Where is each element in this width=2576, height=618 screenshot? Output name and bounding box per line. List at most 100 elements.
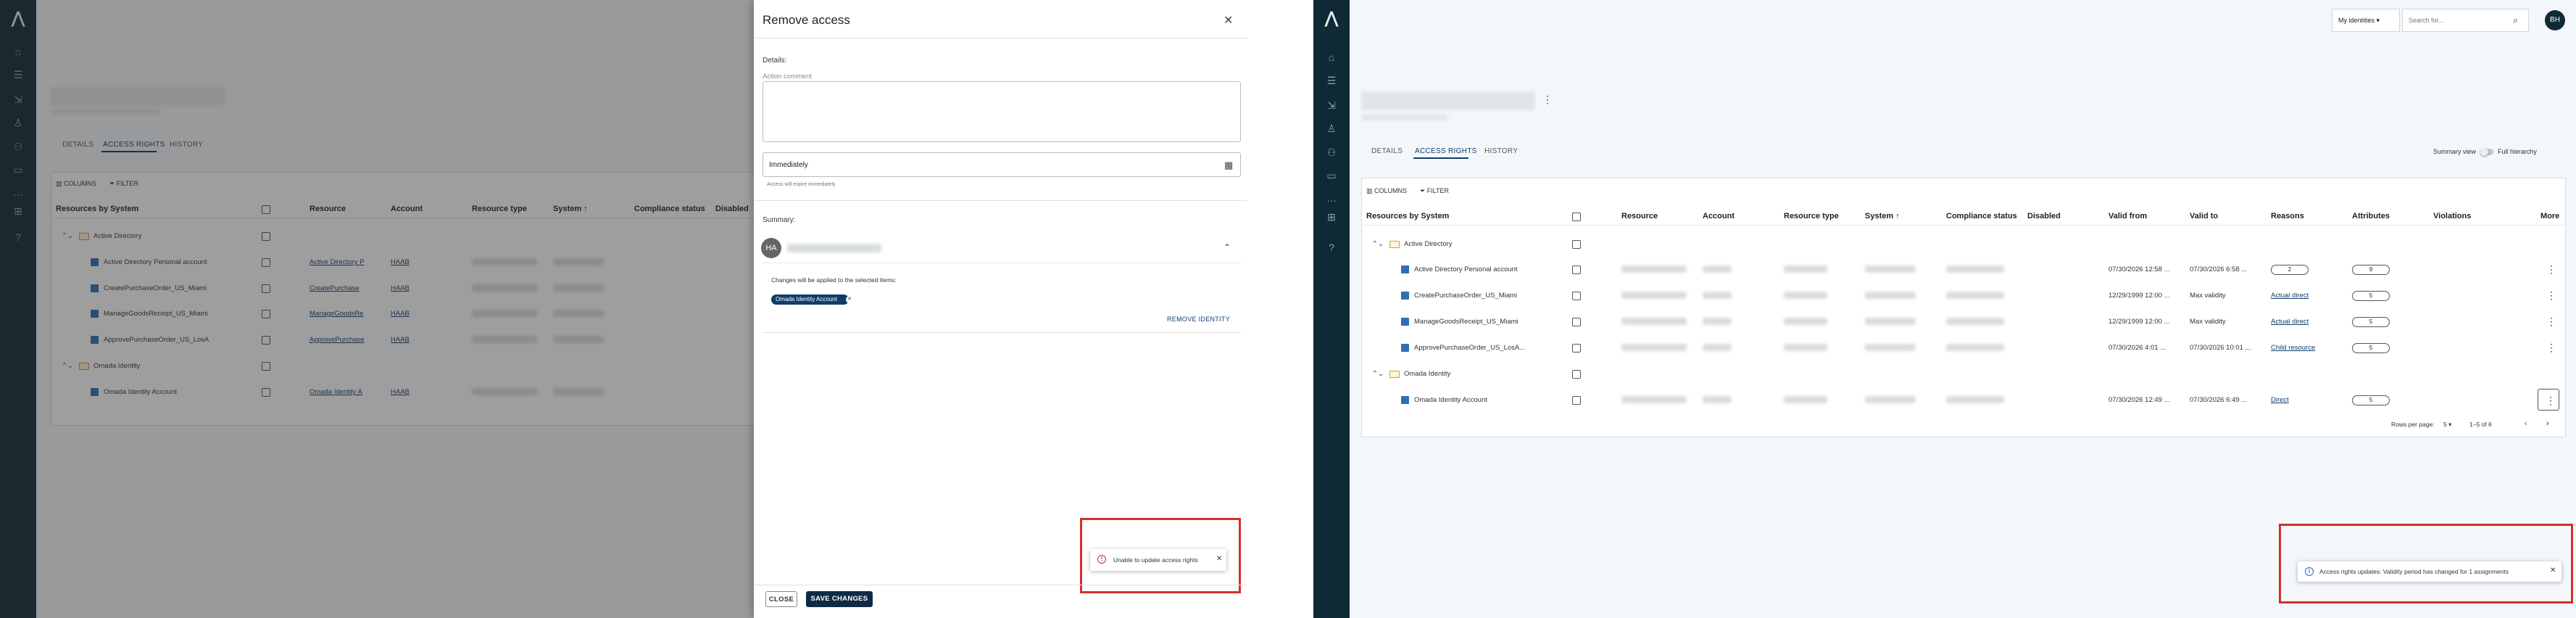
calendar-icon[interactable]: ▦ bbox=[1224, 160, 1233, 171]
blurred-cell bbox=[1621, 344, 1687, 351]
expiry-date-field[interactable]: Immediately ▦ bbox=[763, 152, 1241, 177]
chevron-up-icon[interactable]: ⌃ bbox=[1223, 242, 1231, 252]
save-changes-button[interactable]: SAVE CHANGES bbox=[806, 591, 873, 607]
reason-link[interactable]: Actual direct bbox=[2271, 292, 2309, 300]
blurred-cell bbox=[1703, 318, 1732, 325]
comment-textarea[interactable] bbox=[763, 81, 1241, 142]
prev-page-icon[interactable]: ‹ bbox=[2525, 419, 2527, 428]
attributes-count[interactable]: 5 bbox=[2352, 395, 2390, 405]
grid-icon[interactable]: ⊞ bbox=[1324, 210, 1339, 223]
filter-button[interactable]: ⏷ FILTER bbox=[1420, 187, 1449, 195]
col-violations[interactable]: Violations bbox=[2433, 212, 2471, 221]
columns-button[interactable]: ▥ COLUMNS bbox=[1366, 187, 1407, 195]
toast-close-icon[interactable]: ✕ bbox=[1216, 555, 1222, 563]
tasks-icon[interactable]: ☰ bbox=[1324, 74, 1339, 87]
chevron-down-icon: ▾ bbox=[2448, 421, 2452, 428]
attributes-count[interactable]: 5 bbox=[2352, 317, 2390, 327]
identities-icon[interactable]: ♙ bbox=[1324, 122, 1339, 135]
summary-bottom-divider bbox=[763, 332, 1241, 333]
attributes-count[interactable]: 5 bbox=[2352, 291, 2390, 301]
row-menu-icon[interactable]: ⋮ bbox=[2546, 342, 2556, 353]
user-avatar[interactable]: BH bbox=[2545, 10, 2565, 30]
col-valid-to[interactable]: Valid to bbox=[2190, 212, 2218, 221]
resource-icon bbox=[1401, 265, 1409, 273]
filter-label: FILTER bbox=[1426, 187, 1450, 194]
col-attributes[interactable]: Attributes bbox=[2352, 212, 2390, 221]
rows-per-page-select[interactable]: 5 ▾ bbox=[2443, 421, 2451, 429]
summary-label: Summary: bbox=[763, 216, 796, 224]
changes-text: Changes will be applied to the selected … bbox=[771, 276, 897, 284]
collapse-toggle-icon[interactable]: ⌃⌄ bbox=[1372, 240, 1384, 248]
col-reasons[interactable]: Reasons bbox=[2271, 212, 2304, 221]
identity-scope-select[interactable]: My identities ▾ bbox=[2332, 9, 2400, 32]
select-all-checkbox[interactable] bbox=[1572, 213, 1581, 221]
row-label: Active Directory Personal account bbox=[1414, 265, 1518, 273]
hierarchy-toggle[interactable] bbox=[2480, 148, 2493, 156]
access-rights-table: ▥ COLUMNS ⏷ FILTER Resources by System R… bbox=[1361, 178, 2567, 437]
col-system[interactable]: System ↑ bbox=[1865, 212, 1900, 221]
rows-per-page-value: 5 bbox=[2443, 421, 2447, 428]
next-page-icon[interactable]: › bbox=[2546, 419, 2549, 428]
right-screen: ⋀ ⌂ ☰ ⇲ ♙ ⚇ ▭ … ⊞ ? My identities ▾ Sear… bbox=[1313, 0, 2576, 618]
col-account[interactable]: Account bbox=[1703, 212, 1734, 221]
toast-close-icon[interactable]: ✕ bbox=[2550, 566, 2556, 574]
reports-icon[interactable]: ⇲ bbox=[1324, 99, 1339, 112]
more-icon[interactable]: … bbox=[1324, 191, 1339, 205]
row-menu-icon[interactable]: ⋮ bbox=[2546, 316, 2556, 326]
blurred-cell bbox=[1865, 396, 1916, 403]
attributes-count[interactable]: 5 bbox=[2352, 343, 2390, 353]
help-icon[interactable]: ? bbox=[1324, 241, 1339, 254]
error-message: Unable to update access rights bbox=[1113, 556, 1198, 564]
row-menu-button[interactable]: ⋮ bbox=[2538, 389, 2559, 411]
row-checkbox[interactable] bbox=[1572, 292, 1581, 300]
pagination-range: 1–5 of 6 bbox=[2469, 421, 2492, 428]
identity-menu-icon[interactable]: ⋮ bbox=[1542, 94, 1553, 104]
modal-backdrop[interactable] bbox=[0, 0, 754, 618]
blurred-cell bbox=[1703, 292, 1732, 299]
remove-identity-button[interactable]: REMOVE IDENTITY bbox=[1167, 316, 1230, 323]
blurred-cell bbox=[1946, 265, 2004, 273]
row-checkbox[interactable] bbox=[1572, 396, 1581, 405]
reason-link[interactable]: Actual direct bbox=[2271, 318, 2309, 326]
blurred-cell bbox=[1703, 265, 1732, 273]
blurred-cell bbox=[1621, 396, 1687, 403]
chip-remove-icon[interactable]: ✕ bbox=[846, 296, 853, 303]
row-checkbox[interactable] bbox=[1572, 240, 1581, 249]
home-icon[interactable]: ⌂ bbox=[1324, 51, 1339, 64]
blurred-cell bbox=[1703, 396, 1732, 403]
tab-history[interactable]: HISTORY bbox=[1484, 147, 1518, 155]
col-compliance-status[interactable]: Compliance status bbox=[1946, 212, 2017, 221]
folder-icon bbox=[1389, 241, 1400, 248]
tab-access-rights[interactable]: ACCESS RIGHTS bbox=[1415, 147, 1477, 155]
row-checkbox[interactable] bbox=[1572, 344, 1581, 353]
row-menu-icon[interactable]: ⋮ bbox=[2546, 264, 2556, 274]
close-icon[interactable]: ✕ bbox=[1223, 13, 1233, 28]
col-valid-from[interactable]: Valid from bbox=[2108, 212, 2147, 221]
col-resource-type[interactable]: Resource type bbox=[1784, 212, 1839, 221]
reasons-count[interactable]: 2 bbox=[2271, 265, 2309, 275]
reason-link[interactable]: Direct bbox=[2271, 396, 2289, 404]
tab-details[interactable]: DETAILS bbox=[1371, 147, 1403, 155]
row-checkbox[interactable] bbox=[1572, 370, 1581, 379]
search-placeholder: Search for... bbox=[2409, 17, 2444, 24]
blurred-cell bbox=[1784, 292, 1827, 299]
row-checkbox[interactable] bbox=[1572, 265, 1581, 274]
attributes-count[interactable]: 9 bbox=[2352, 265, 2390, 275]
selected-item-chip: Omada Identity Account bbox=[771, 294, 849, 305]
monitor-icon[interactable]: ▭ bbox=[1324, 169, 1339, 182]
col-disabled[interactable]: Disabled bbox=[2027, 212, 2061, 221]
row-label: Omada Identity Account bbox=[1414, 396, 1487, 404]
blurred-cell bbox=[1621, 265, 1687, 273]
reason-link[interactable]: Child resource bbox=[2271, 344, 2315, 352]
search-input[interactable]: Search for... ⌕ bbox=[2402, 9, 2529, 32]
col-resource[interactable]: Resource bbox=[1621, 212, 1658, 221]
close-button[interactable]: CLOSE bbox=[765, 591, 797, 607]
blurred-cell bbox=[1946, 344, 2004, 351]
error-toast: ! Unable to update access rights ✕ bbox=[1090, 549, 1226, 571]
collapse-toggle-icon[interactable]: ⌃⌄ bbox=[1372, 370, 1384, 378]
row-checkbox[interactable] bbox=[1572, 318, 1581, 326]
error-icon: ! bbox=[1097, 555, 1106, 564]
row-menu-icon[interactable]: ⋮ bbox=[2546, 290, 2556, 300]
search-icon[interactable]: ⌕ bbox=[2513, 15, 2518, 26]
hierarchy-icon[interactable]: ⚇ bbox=[1324, 146, 1339, 159]
